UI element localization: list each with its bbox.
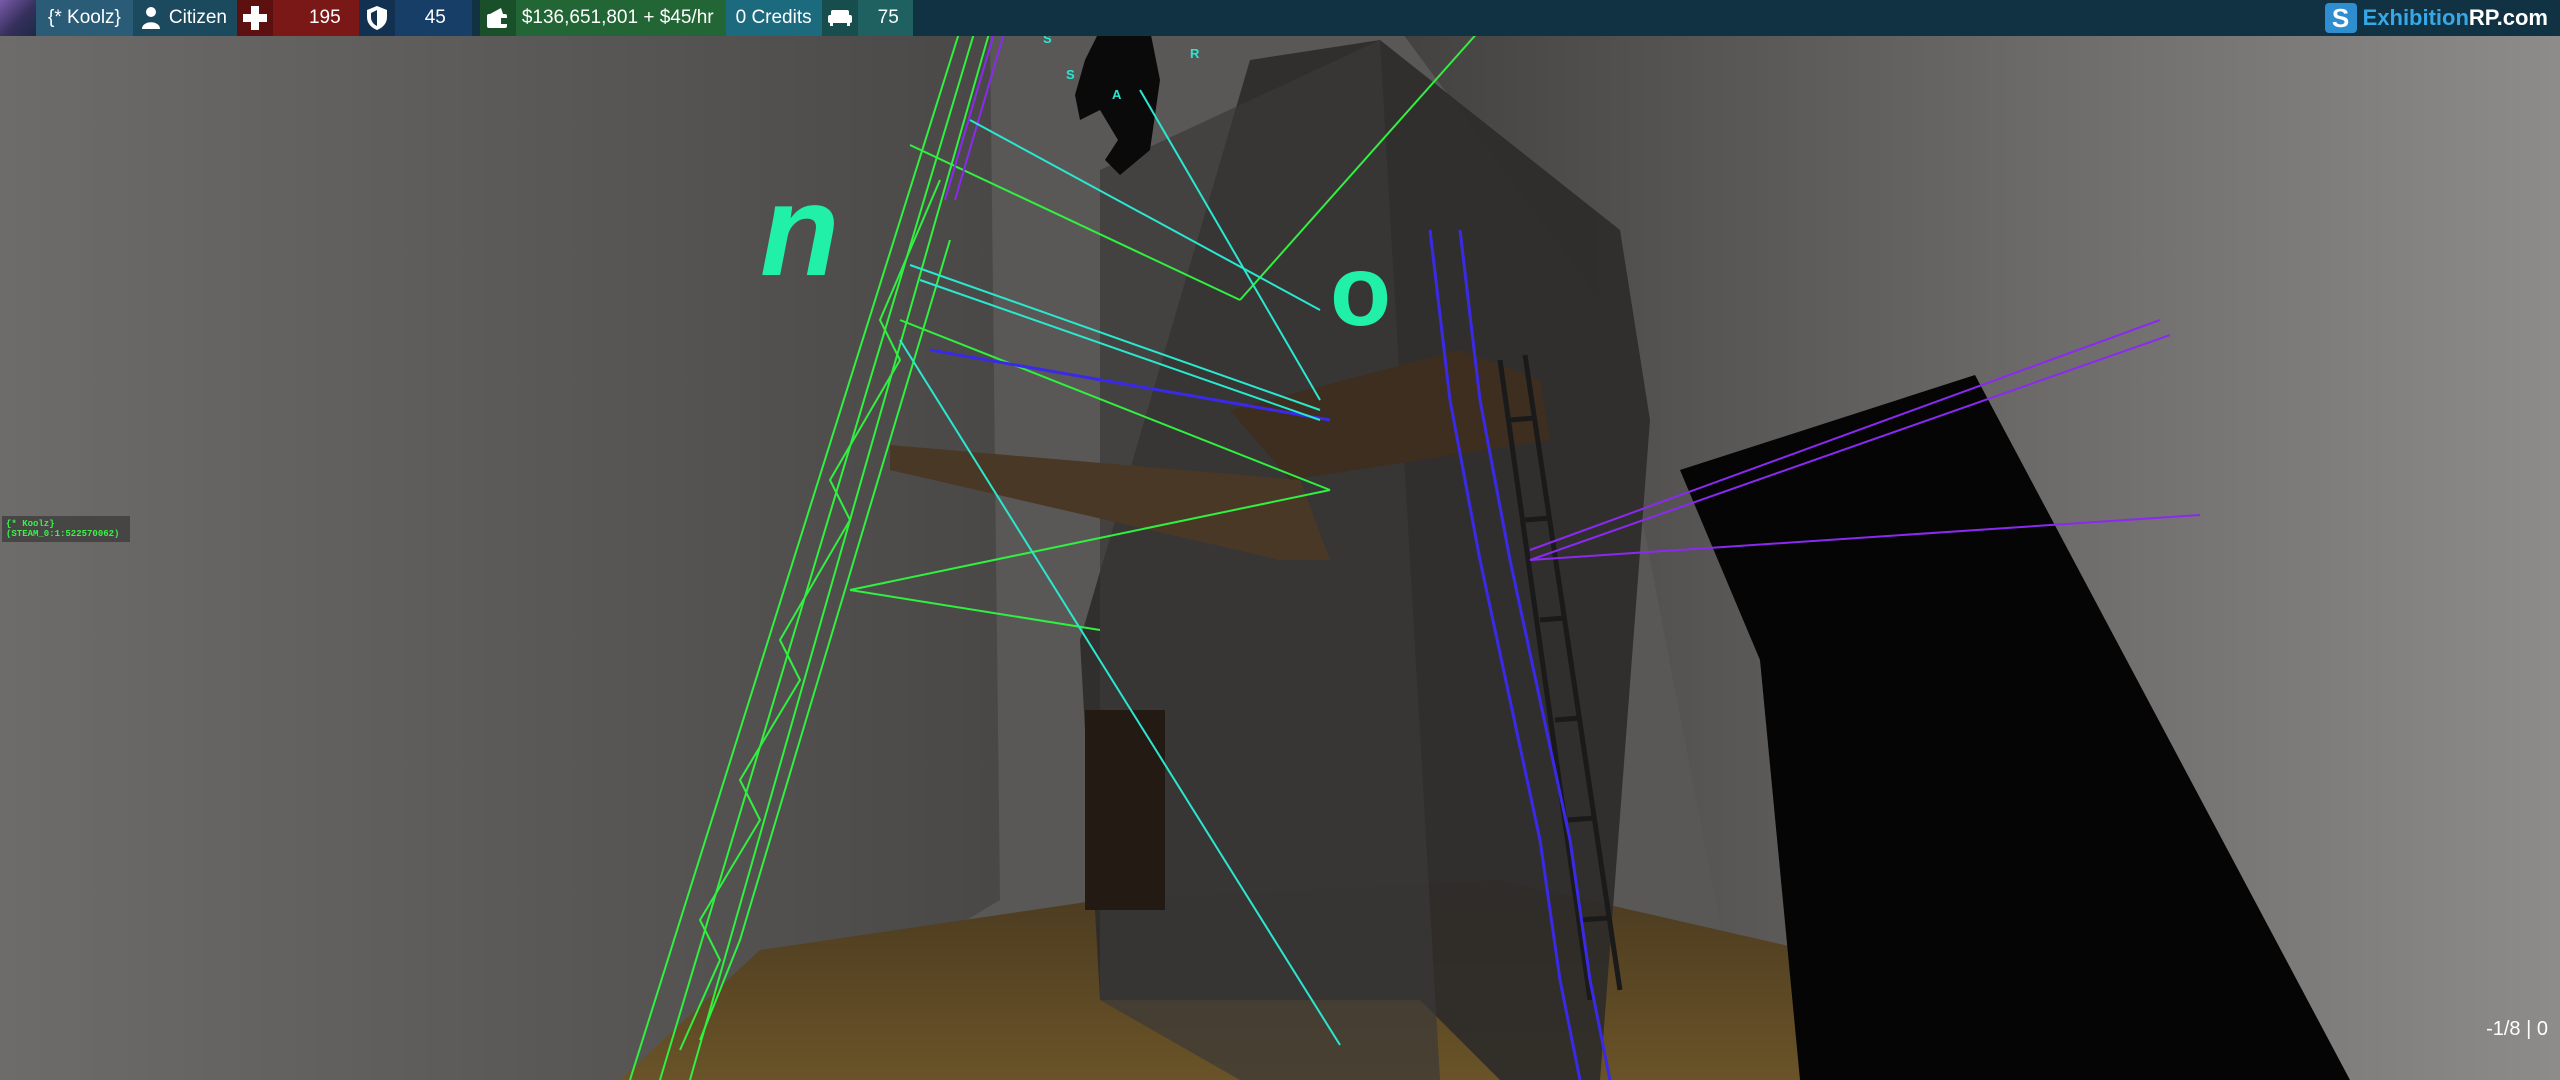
player-name: {* Koolz} (36, 0, 133, 36)
floating-letter-o: o (1330, 235, 1391, 347)
floating-fragment: A (1112, 87, 1122, 102)
floating-letter-n: n (760, 157, 839, 303)
game-viewport: n o S R S A (0, 0, 2560, 1080)
ammo-counter: -1/8 | 0 (2486, 1018, 2548, 1040)
props-display: 75 (821, 0, 913, 36)
money-value: $136,651,801 + $45/hr (521, 7, 714, 28)
credits-display: 0 Credits (725, 0, 822, 36)
shield-icon (358, 0, 395, 36)
health-value: 195 (308, 7, 341, 28)
armor-value: 45 (424, 7, 446, 28)
left-wall (0, 30, 1000, 1080)
floating-fragment: R (1190, 46, 1200, 61)
door (1085, 710, 1165, 910)
nametag-name: {* Koolz} (6, 519, 55, 529)
brand-name: Exhibition (2362, 5, 2469, 30)
job-display: Citizen (132, 0, 237, 36)
couch-icon (821, 0, 858, 36)
health-display: 195 (236, 0, 359, 36)
brand-suffix: RP.com (2468, 5, 2548, 30)
glass-panel (1100, 40, 1440, 1080)
player-name-text: {* Koolz} (48, 7, 121, 28)
armor-display: 45 (358, 0, 472, 36)
credits-value: 0 Credits (735, 7, 812, 28)
player-nametag: {* Koolz} (STEAM_0:1:522570062) (2, 516, 130, 542)
person-icon (133, 0, 169, 36)
avatar (0, 0, 36, 36)
floating-fragment: S (1066, 67, 1075, 82)
wallet-icon (479, 0, 516, 36)
money-display: $136,651,801 + $45/hr (479, 0, 726, 36)
hud-top-bar: {* Koolz} Citizen 195 45 $136,651,801 + … (0, 0, 2560, 36)
brand: S Exhibition RP.com (2324, 0, 2560, 36)
health-cross-icon (236, 0, 273, 36)
job-text: Citizen (168, 7, 227, 28)
props-value: 75 (877, 7, 899, 28)
nametag-steamid: (STEAM_0:1:522570062) (6, 529, 120, 539)
brand-logo-icon: S (2324, 3, 2357, 33)
